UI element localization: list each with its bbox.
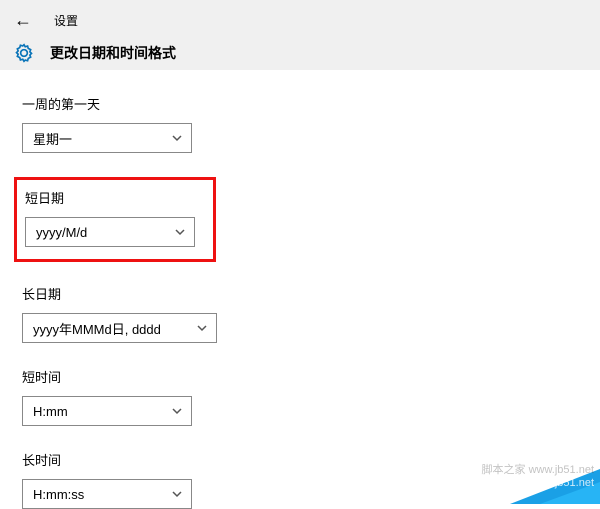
field-first-day: 一周的第一天 星期一 (22, 94, 578, 153)
dropdown-long-date[interactable]: yyyy年MMMd日, dddd (22, 313, 217, 343)
title-bar: ← 设置 更改日期和时间格式 (0, 0, 600, 70)
header-top-row: ← 设置 (14, 7, 586, 33)
dropdown-short-date[interactable]: yyyy/M/d (25, 217, 195, 247)
corner-decoration (470, 464, 600, 504)
dropdown-long-time-value: H:mm:ss (33, 487, 84, 502)
chevron-down-icon (171, 488, 183, 500)
field-long-date: 长日期 yyyy年MMMd日, dddd (22, 284, 578, 343)
back-arrow-icon[interactable]: ← (14, 11, 32, 29)
dropdown-first-day-value: 星期一 (33, 129, 72, 148)
label-first-day: 一周的第一天 (22, 94, 578, 113)
dropdown-short-date-value: yyyy/M/d (36, 225, 87, 240)
field-short-time: 短时间 H:mm (22, 367, 578, 426)
header-bottom-row: 更改日期和时间格式 (14, 33, 586, 63)
label-short-date: 短日期 (25, 188, 195, 207)
dropdown-first-day[interactable]: 星期一 (22, 123, 192, 153)
settings-content: 一周的第一天 星期一 短日期 yyyy/M/d 长日期 yyyy年MMMd日, … (0, 70, 600, 509)
chevron-down-icon (174, 226, 186, 238)
app-title: 设置 (54, 12, 78, 29)
dropdown-long-time[interactable]: H:mm:ss (22, 479, 192, 509)
dropdown-short-time-value: H:mm (33, 404, 68, 419)
field-short-date: 短日期 yyyy/M/d (22, 177, 578, 262)
gear-icon (14, 43, 34, 63)
highlight-box: 短日期 yyyy/M/d (14, 177, 216, 262)
page-title: 更改日期和时间格式 (50, 43, 176, 63)
chevron-down-icon (171, 132, 183, 144)
chevron-down-icon (196, 322, 208, 334)
label-short-time: 短时间 (22, 367, 578, 386)
dropdown-short-time[interactable]: H:mm (22, 396, 192, 426)
dropdown-long-date-value: yyyy年MMMd日, dddd (33, 319, 161, 338)
chevron-down-icon (171, 405, 183, 417)
label-long-date: 长日期 (22, 284, 578, 303)
